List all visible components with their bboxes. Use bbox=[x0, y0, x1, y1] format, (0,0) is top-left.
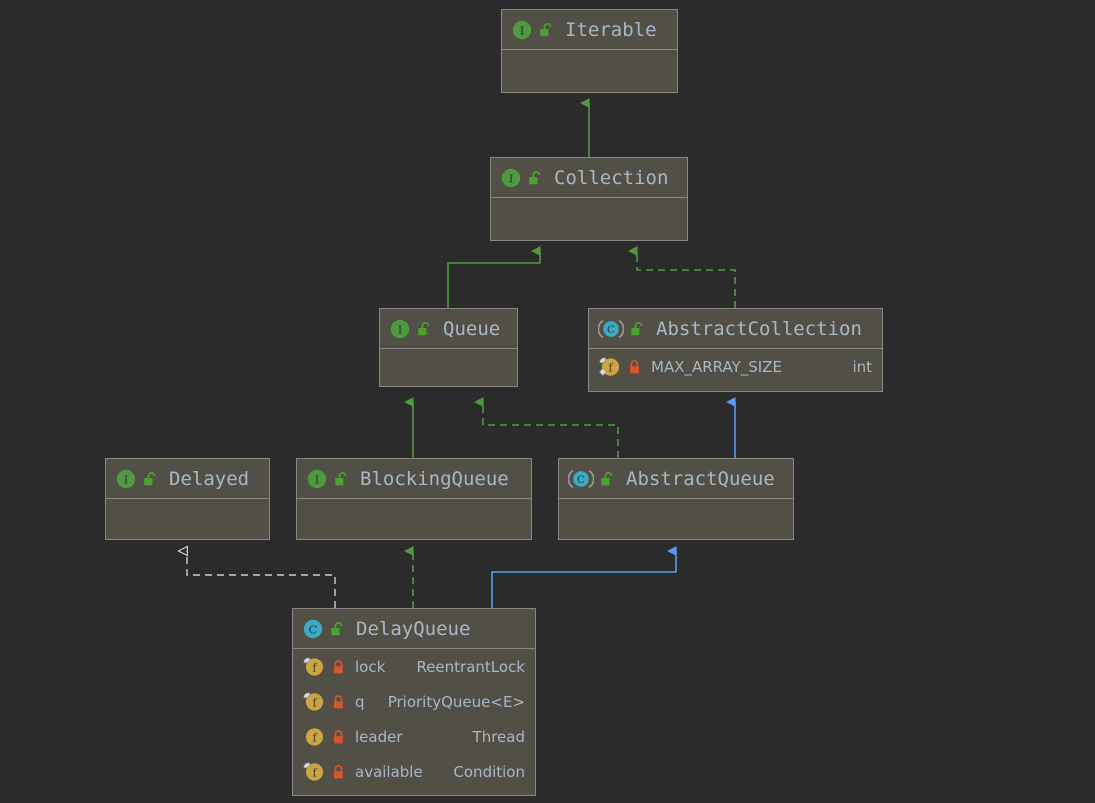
unlock-icon bbox=[630, 321, 644, 337]
member-row[interactable]: f lock ReentrantLock bbox=[293, 649, 535, 684]
member-type: Condition bbox=[453, 762, 525, 781]
field-icon: f bbox=[302, 656, 326, 678]
interface-icon: I bbox=[389, 318, 411, 340]
member-name: MAX_ARRAY_SIZE bbox=[651, 357, 782, 376]
svg-text:I: I bbox=[398, 323, 402, 336]
field-icon: f bbox=[302, 691, 326, 713]
interface-icon: I bbox=[306, 468, 328, 490]
uml-node-queue[interactable]: I Queue bbox=[379, 308, 518, 387]
svg-text:I: I bbox=[509, 172, 513, 185]
member-row[interactable]: f available Condition bbox=[293, 754, 535, 789]
node-title: AbstractQueue bbox=[626, 467, 775, 490]
member-name: lock bbox=[355, 657, 386, 676]
node-title: Iterable bbox=[565, 18, 657, 41]
node-header: I Collection bbox=[491, 158, 687, 197]
node-title: Queue bbox=[443, 317, 501, 340]
uml-diagram-canvas[interactable]: I Iterable I Collection I Queue C Abstra… bbox=[0, 0, 1095, 803]
uml-node-delayqueue[interactable]: C DelayQueue f lock ReentrantLock f q Pr… bbox=[292, 608, 536, 796]
member-row[interactable]: f MAX_ARRAY_SIZE int bbox=[589, 349, 882, 384]
abstract-class-icon: C bbox=[598, 318, 624, 340]
unlock-icon bbox=[539, 22, 553, 38]
class-icon: C bbox=[302, 618, 324, 640]
lock-icon bbox=[332, 659, 345, 675]
node-header: I Delayed bbox=[106, 459, 269, 498]
field-icon: f bbox=[302, 726, 326, 748]
edge-delayqueue-to-delayed bbox=[187, 551, 336, 608]
field-icon: f bbox=[302, 761, 326, 783]
node-header: C AbstractCollection bbox=[589, 309, 882, 348]
abstract-class-icon: C bbox=[568, 468, 594, 490]
svg-text:C: C bbox=[309, 622, 318, 636]
member-type: ReentrantLock bbox=[416, 657, 525, 676]
member-type: Thread bbox=[472, 727, 525, 746]
node-members bbox=[559, 498, 793, 540]
member-row[interactable]: f q PriorityQueue<E> bbox=[293, 684, 535, 719]
svg-text:I: I bbox=[124, 473, 128, 486]
uml-node-abstractqueue[interactable]: C AbstractQueue bbox=[558, 458, 794, 540]
node-header: C AbstractQueue bbox=[559, 459, 793, 498]
member-name: available bbox=[355, 762, 423, 781]
unlock-icon bbox=[330, 621, 344, 637]
unlock-icon bbox=[334, 471, 348, 487]
member-row[interactable]: f leader Thread bbox=[293, 719, 535, 754]
lock-icon bbox=[332, 729, 345, 745]
node-title: DelayQueue bbox=[356, 617, 471, 640]
svg-text:I: I bbox=[520, 24, 524, 37]
node-members bbox=[502, 49, 677, 92]
unlock-icon bbox=[600, 471, 614, 487]
svg-text:C: C bbox=[607, 324, 615, 336]
uml-node-delayed[interactable]: I Delayed bbox=[105, 458, 270, 540]
node-header: I Queue bbox=[380, 309, 517, 348]
uml-node-iterable[interactable]: I Iterable bbox=[501, 9, 678, 93]
lock-icon bbox=[332, 764, 345, 780]
unlock-icon bbox=[143, 471, 157, 487]
interface-icon: I bbox=[500, 167, 522, 189]
unlock-icon bbox=[417, 321, 431, 337]
unlock-icon bbox=[528, 170, 542, 186]
interface-icon: I bbox=[511, 19, 533, 41]
svg-text:I: I bbox=[315, 473, 319, 486]
node-title: AbstractCollection bbox=[656, 317, 862, 340]
edge-abstractqueue-to-queue bbox=[473, 397, 619, 458]
svg-text:C: C bbox=[577, 474, 585, 486]
edge-layer bbox=[0, 98, 736, 608]
node-header: I BlockingQueue bbox=[297, 459, 531, 498]
lock-icon bbox=[332, 694, 345, 710]
uml-node-abstractcollection[interactable]: C AbstractCollection f MAX_ARRAY_SIZE in… bbox=[588, 308, 883, 392]
node-members bbox=[106, 498, 269, 540]
member-type: PriorityQueue<E> bbox=[387, 692, 525, 711]
node-title: Delayed bbox=[169, 467, 250, 490]
interface-icon: I bbox=[115, 468, 137, 490]
node-members: f MAX_ARRAY_SIZE int bbox=[589, 348, 882, 391]
uml-node-collection[interactable]: I Collection bbox=[490, 157, 688, 241]
edge-queue-to-collection bbox=[447, 246, 541, 308]
field-icon: f bbox=[598, 356, 622, 378]
uml-node-blockingqueue[interactable]: I BlockingQueue bbox=[296, 458, 532, 540]
node-members: f lock ReentrantLock f q PriorityQueue<E… bbox=[293, 648, 535, 795]
edge-delayqueue-to-abstractqueue bbox=[491, 546, 677, 608]
lock-icon bbox=[628, 359, 641, 375]
node-title: BlockingQueue bbox=[360, 467, 509, 490]
node-members bbox=[491, 197, 687, 240]
node-header: C DelayQueue bbox=[293, 609, 535, 648]
member-name: q bbox=[355, 692, 365, 711]
edge-abstractcollection-to-collection bbox=[627, 246, 736, 308]
node-members bbox=[297, 498, 531, 540]
node-members bbox=[380, 348, 517, 390]
node-header: I Iterable bbox=[502, 10, 677, 49]
node-title: Collection bbox=[554, 166, 669, 189]
member-type: int bbox=[852, 357, 872, 376]
member-name: leader bbox=[355, 727, 403, 746]
